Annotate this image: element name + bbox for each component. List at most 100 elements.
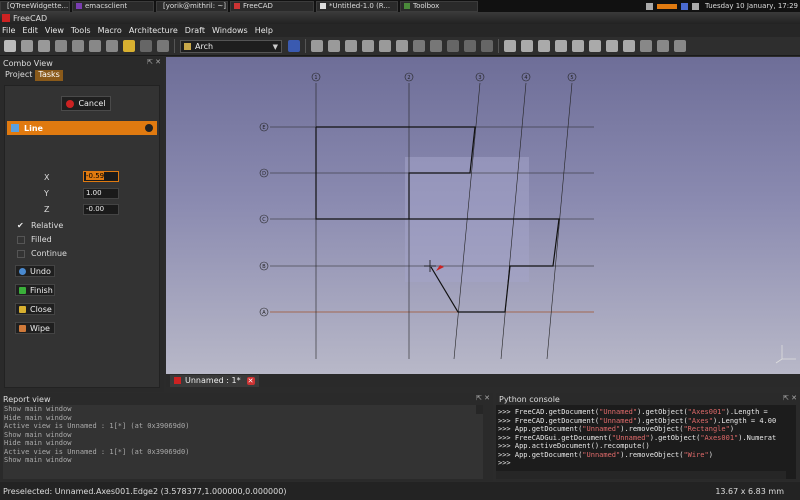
workbench-selector[interactable]: Arch ▼ <box>180 39 282 53</box>
copy-icon[interactable] <box>89 40 101 52</box>
axis-line-5 <box>546 82 573 360</box>
toolbar-separator <box>305 39 306 53</box>
collapse-icon[interactable] <box>145 124 153 132</box>
undo-button[interactable]: Undo <box>15 265 55 277</box>
y-input[interactable]: 1.00 <box>83 188 119 199</box>
draft-move-icon[interactable] <box>657 40 669 52</box>
view-top-icon[interactable] <box>362 40 374 52</box>
line-section-header[interactable]: Line <box>7 121 157 135</box>
menu-file[interactable]: File <box>2 26 15 35</box>
arch-workbench-icon <box>184 42 191 50</box>
draft-line-icon[interactable] <box>504 40 516 52</box>
python-console-panel: Python console ⇱ ✕ >>> FreeCAD.getDocume… <box>496 393 800 481</box>
wipe-button[interactable]: Wipe <box>15 322 55 334</box>
finish-button[interactable]: Finish <box>15 284 55 296</box>
combo-view-panel: Combo View ⇱ ✕ Project Tasks Cancel Line… <box>0 57 164 392</box>
draft-rotate-icon[interactable] <box>674 40 686 52</box>
3d-viewport[interactable]: 1 2 3 4 5 E D C B A <box>166 57 800 374</box>
draft-rectangle-icon[interactable] <box>538 40 550 52</box>
measure-icon[interactable] <box>447 40 459 52</box>
wipe-icon <box>19 324 26 332</box>
close-icon[interactable]: ✕ <box>246 376 255 385</box>
z-input[interactable]: -0.00 <box>83 204 119 215</box>
remove-icon[interactable] <box>481 40 493 52</box>
save-icon[interactable] <box>38 40 50 52</box>
menu-architecture[interactable]: Architecture <box>129 26 178 35</box>
view-fit-icon[interactable] <box>311 40 323 52</box>
dock-float-close-icon[interactable]: ⇱ ✕ <box>476 394 490 402</box>
axis-label: 1 <box>314 75 317 81</box>
redo-icon[interactable] <box>140 40 152 52</box>
view-bottom-icon[interactable] <box>413 40 425 52</box>
log-line: Hide main window <box>4 439 72 447</box>
new-document-icon[interactable] <box>4 40 16 52</box>
dock-float-close-icon[interactable]: ⇱ ✕ <box>783 394 797 402</box>
menu-tools[interactable]: Tools <box>71 26 91 35</box>
taskbar-item[interactable]: [yorik@mithril: ~] <box>156 0 228 12</box>
tab-project[interactable]: Project <box>2 70 35 81</box>
cancel-button[interactable]: Cancel <box>61 96 111 111</box>
draft-dimension-icon[interactable] <box>623 40 635 52</box>
add-icon[interactable] <box>464 40 476 52</box>
y-label: Y <box>44 189 49 198</box>
taskbar-item[interactable]: Toolbox <box>400 0 478 12</box>
report-log[interactable]: Show main window Hide main window Active… <box>3 405 483 479</box>
view-left-icon[interactable] <box>430 40 442 52</box>
console-prompt[interactable]: >>> <box>498 459 796 468</box>
document-tab[interactable]: Unnamed : 1* ✕ <box>170 374 259 387</box>
open-icon[interactable] <box>21 40 33 52</box>
status-bar: Preselected: Unnamed.Axes001.Edge2 (3.57… <box>0 482 800 500</box>
draft-text-icon[interactable] <box>640 40 652 52</box>
menu-help[interactable]: Help <box>255 26 273 35</box>
axis-label: C <box>262 217 266 223</box>
menu-edit[interactable]: Edit <box>22 26 38 35</box>
cut-icon[interactable] <box>72 40 84 52</box>
relative-checkbox[interactable]: ✔ Relative <box>17 221 63 230</box>
z-label: Z <box>44 205 50 214</box>
taskbar-item[interactable]: *Untitled-1.0 (R... <box>316 0 398 12</box>
drawing-canvas: 1 2 3 4 5 E D C B A <box>259 72 796 364</box>
menu-windows[interactable]: Windows <box>212 26 248 35</box>
undo-icon[interactable] <box>123 40 135 52</box>
taskbar-item[interactable]: [QTreeWidgette... <box>0 0 70 12</box>
axis-label: 4 <box>524 75 527 81</box>
document-tab-bar: Unnamed : 1* ✕ <box>166 374 800 387</box>
draft-wire-icon[interactable] <box>521 40 533 52</box>
x-input[interactable]: -0.59 <box>83 171 119 182</box>
taskbar-item[interactable]: FreeCAD <box>230 0 314 12</box>
horizontal-scrollbar[interactable] <box>496 470 786 479</box>
draft-arc-icon[interactable] <box>606 40 618 52</box>
continue-checkbox[interactable]: Continue <box>17 249 67 258</box>
view-rear-icon[interactable] <box>396 40 408 52</box>
menu-view[interactable]: View <box>45 26 64 35</box>
tab-tasks[interactable]: Tasks <box>35 70 63 81</box>
vertical-scrollbar[interactable] <box>476 405 483 414</box>
toolbox-icon <box>404 3 410 9</box>
paste-icon[interactable] <box>106 40 118 52</box>
battery-icon[interactable] <box>657 3 677 9</box>
axis-label: 3 <box>478 75 481 81</box>
main-toolbar: Arch ▼ <box>0 37 800 56</box>
filled-checkbox[interactable]: Filled <box>17 235 52 244</box>
chat-icon[interactable] <box>692 2 699 10</box>
whatsthis-icon[interactable] <box>288 40 300 52</box>
network-icon[interactable] <box>681 2 688 10</box>
print-icon[interactable] <box>55 40 67 52</box>
taskbar-item[interactable]: emacsclient <box>72 0 154 12</box>
menu-draft[interactable]: Draft <box>185 26 205 35</box>
view-front-icon[interactable] <box>345 40 357 52</box>
document-icon <box>320 3 326 9</box>
checkmark-icon: ✔ <box>17 220 24 230</box>
menu-macro[interactable]: Macro <box>98 26 122 35</box>
refresh-icon[interactable] <box>157 40 169 52</box>
volume-icon[interactable] <box>646 2 653 10</box>
view-right-icon[interactable] <box>379 40 391 52</box>
draft-snap-icon[interactable] <box>589 40 601 52</box>
close-button[interactable]: Close <box>15 303 55 315</box>
dock-float-close-icon[interactable]: ⇱ ✕ <box>147 58 161 66</box>
draft-polygon-icon[interactable] <box>555 40 567 52</box>
console-line: >>> FreeCAD.getDocument("Unnamed").getOb… <box>498 416 777 425</box>
draft-circle-icon[interactable] <box>572 40 584 52</box>
view-axo-icon[interactable] <box>328 40 340 52</box>
python-console-output[interactable]: >>> FreeCAD.getDocument("Unnamed").getOb… <box>496 405 796 479</box>
